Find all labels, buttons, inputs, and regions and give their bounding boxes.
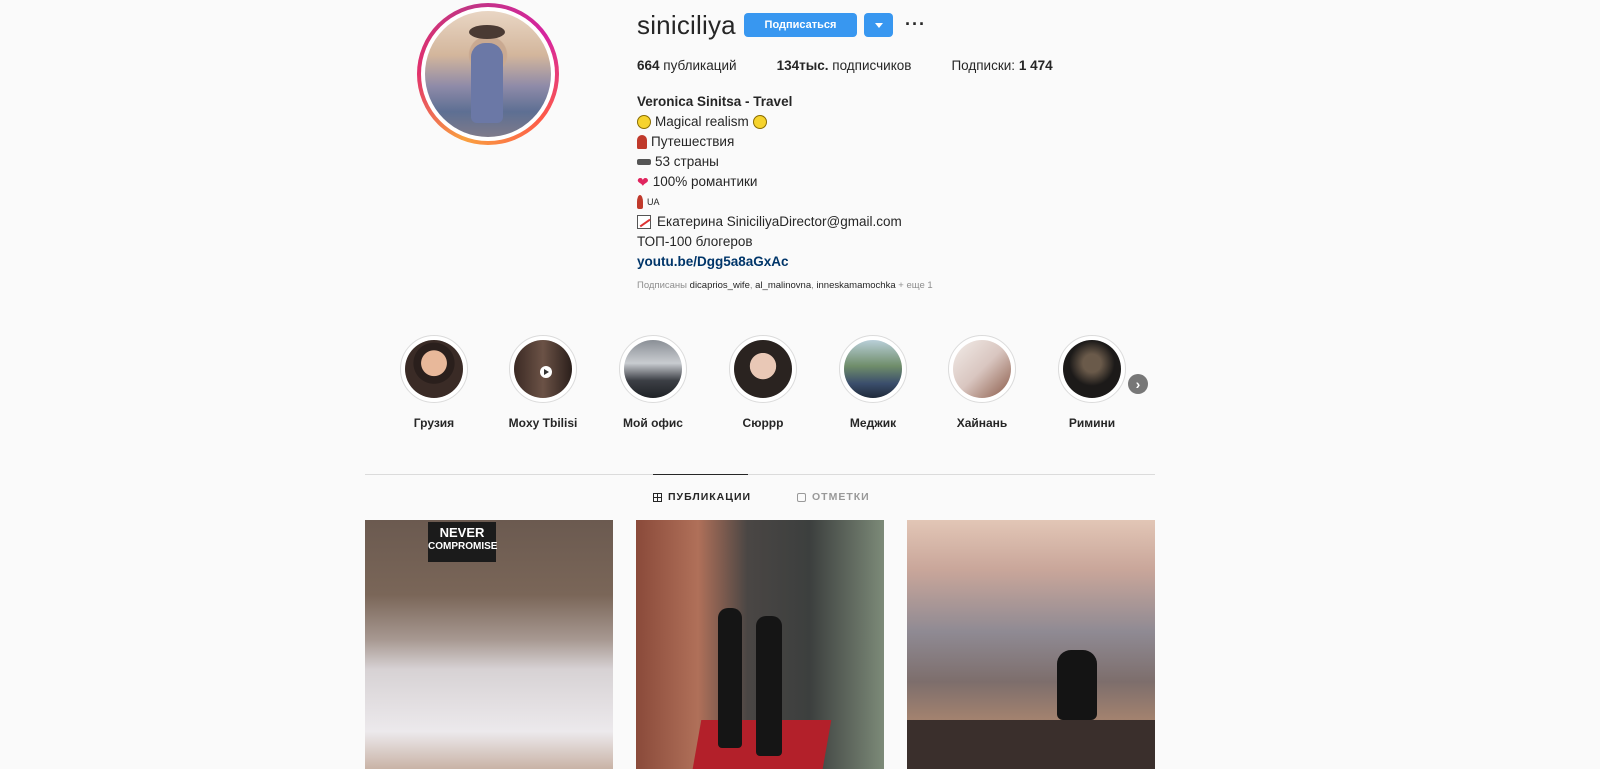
heart-icon: ❤: [637, 174, 649, 190]
posts-count: 664: [637, 58, 660, 73]
following-label: Подписки:: [951, 58, 1016, 73]
profile-bio: Veronica Sinitsa - Travel Magical realis…: [637, 92, 902, 272]
bio-line: 53 страны: [637, 152, 902, 172]
tab-tagged-label: ОТМЕТКИ: [812, 491, 870, 503]
highlight-item[interactable]: Хайнань: [947, 335, 1017, 430]
active-tab-indicator: [653, 474, 748, 475]
bio-text: UA: [647, 197, 660, 207]
bio-line: ТОП-100 блогеров: [637, 232, 902, 252]
bio-line: ❤ 100% романтики: [637, 172, 902, 192]
tab-tagged[interactable]: ОТМЕТКИ: [797, 491, 870, 503]
highlight-label: Римини: [1068, 416, 1116, 430]
highlights-next-button[interactable]: ›: [1128, 374, 1148, 394]
highlight-label: Хайнань: [956, 416, 1008, 430]
bio-name: Veronica Sinitsa - Travel: [637, 94, 793, 109]
world-map-icon: [637, 159, 651, 165]
followed-by-user[interactable]: dicaprios_wife: [690, 280, 750, 291]
chart-icon: [637, 215, 651, 229]
bio-link[interactable]: youtu.be/Dgg5a8aGxAc: [637, 252, 789, 272]
post-sign: NEVER COMPROMISE: [428, 522, 498, 562]
follow-button[interactable]: Подписаться: [744, 13, 857, 37]
post-thumbnail[interactable]: [636, 520, 884, 769]
sun-icon: [637, 115, 651, 129]
traveler-icon: [637, 135, 647, 149]
bio-text: Путешествия: [651, 134, 735, 149]
bio-line: UA: [637, 192, 902, 212]
bio-email: Екатерина SiniciliyaDirector@gmail.com: [657, 214, 902, 229]
followed-by-user[interactable]: inneskamamochka: [816, 280, 895, 291]
bio-text: 100% романтики: [652, 174, 758, 189]
profile-username: siniciliya: [637, 10, 736, 40]
highlight-label: Грузия: [413, 416, 455, 430]
following-stat[interactable]: Подписки: 1 474: [951, 58, 1052, 73]
tabs-divider: [365, 474, 1155, 475]
followers-label: подписчиков: [832, 58, 912, 73]
bio-line: youtu.be/Dgg5a8aGxAc: [637, 252, 902, 272]
profile-stats: 664 публикаций 134тыс. подписчиков Подпи…: [637, 58, 1093, 73]
pin-icon: [637, 195, 643, 209]
followed-by-more[interactable]: + еще 1: [898, 280, 932, 291]
chevron-down-icon: [874, 22, 883, 28]
followed-by: Подписаны dicaprios_wife, al_malinovna, …: [637, 280, 933, 291]
posts-stat: 664 публикаций: [637, 58, 737, 73]
more-options-button[interactable]: ···: [905, 14, 926, 35]
bio-text: ТОП-100 блогеров: [637, 234, 753, 249]
bio-line: Путешествия: [637, 132, 902, 152]
bio-line: Magical realism: [637, 112, 902, 132]
grid-icon: [653, 492, 662, 502]
followers-stat[interactable]: 134тыс. подписчиков: [777, 58, 912, 73]
sign-text: COMPROMISE: [428, 541, 498, 552]
play-icon: [540, 366, 552, 378]
highlight-label: Сюррр: [742, 416, 784, 430]
highlight-label: Moxy Tbilisi: [508, 416, 578, 430]
highlight-label: Мой офис: [623, 416, 683, 430]
followers-count: 134тыс.: [776, 58, 829, 73]
profile-avatar[interactable]: [417, 3, 559, 145]
chevron-right-icon: ›: [1135, 376, 1141, 392]
following-count: 1 474: [1018, 58, 1053, 73]
highlight-item[interactable]: Сюррр: [728, 335, 798, 430]
tab-posts-label: ПУБЛИКАЦИИ: [668, 491, 752, 503]
tagged-icon: [797, 492, 806, 502]
bio-text: Magical realism: [655, 114, 749, 129]
highlight-item[interactable]: Римини: [1057, 335, 1127, 430]
sign-text: NEVER: [439, 525, 485, 540]
highlight-label: Меджик: [849, 416, 897, 430]
post-thumbnail[interactable]: [907, 520, 1155, 769]
followed-by-user[interactable]: al_malinovna: [755, 280, 811, 291]
post-thumbnail[interactable]: NEVER COMPROMISE: [365, 520, 613, 769]
highlight-item[interactable]: Меджик: [838, 335, 908, 430]
tab-posts[interactable]: ПУБЛИКАЦИИ: [653, 491, 751, 503]
follow-options-button[interactable]: [864, 13, 893, 37]
sun-icon: [752, 115, 767, 129]
bio-line: Екатерина SiniciliyaDirector@gmail.com: [637, 212, 902, 232]
highlight-item[interactable]: Мой офис: [618, 335, 688, 430]
highlight-item[interactable]: Грузия: [399, 335, 469, 430]
followed-by-prefix: Подписаны: [637, 280, 688, 291]
posts-label: публикаций: [663, 58, 737, 73]
bio-text: 53 страны: [655, 154, 719, 169]
highlight-item[interactable]: Moxy Tbilisi: [508, 335, 578, 430]
